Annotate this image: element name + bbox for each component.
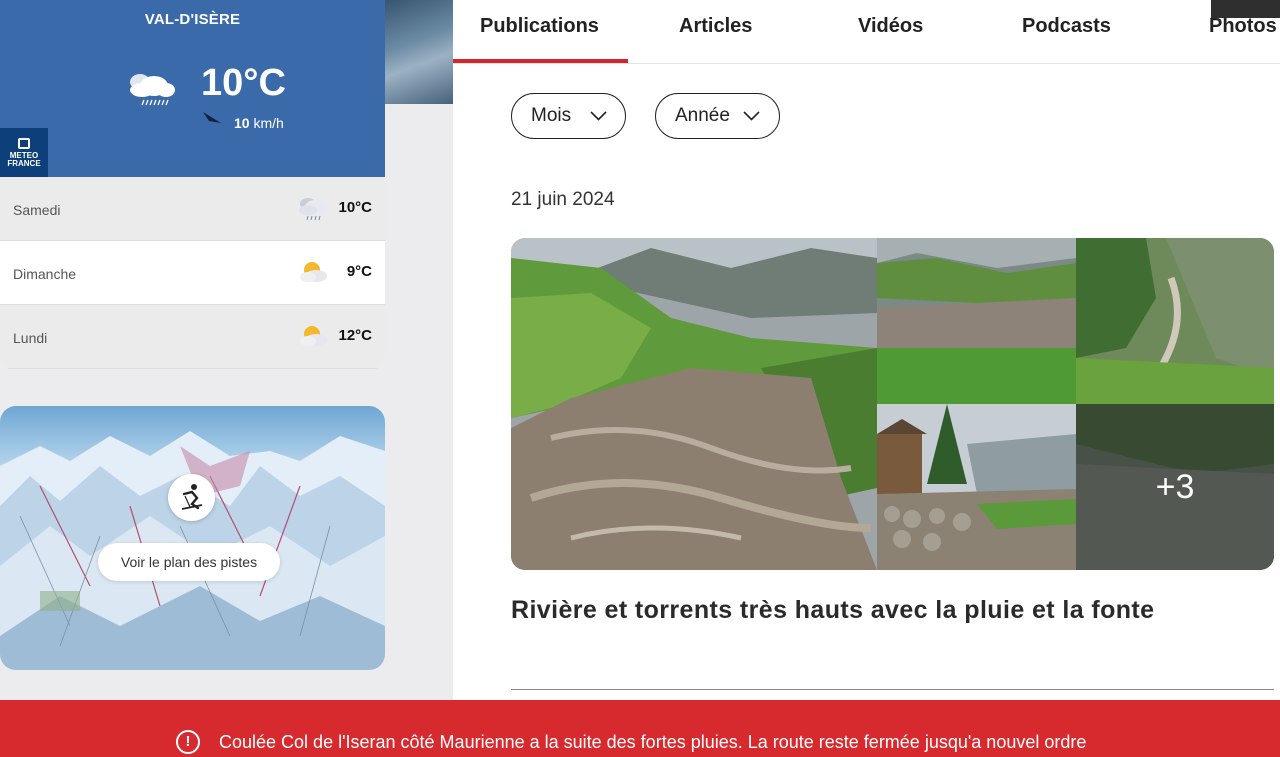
month-filter-dropdown[interactable]: Mois: [511, 93, 626, 139]
wind-direction-icon: [203, 112, 221, 123]
weather-location: VAL-D'ISÈRE: [144, 11, 241, 28]
skier-glyph-icon: [181, 484, 203, 510]
tab-podcasts[interactable]: Podcasts: [1022, 15, 1111, 38]
month-filter-label: Mois: [531, 105, 572, 126]
forecast-row: Dimanche 9°C: [0, 241, 385, 305]
skier-icon: [168, 474, 215, 521]
publication-date: 21 juin 2024: [511, 189, 615, 210]
sun-cloud-icon: [300, 326, 327, 346]
wind-speed-value: 10: [234, 115, 250, 131]
alert-text: Coulée Col de l'Iseran côté Maurienne a …: [219, 732, 1087, 752]
top-corner-button[interactable]: [1211, 0, 1280, 18]
alert-banner: ! Coulée Col de l'Iseran côté Maurienne …: [0, 700, 1280, 757]
banner-image: [385, 0, 453, 104]
divider: [511, 689, 1274, 690]
alert-icon: !: [176, 730, 200, 754]
publication-title[interactable]: Rivière et torrents très hauts avec la p…: [511, 596, 1154, 625]
forecast-day: Dimanche: [13, 266, 77, 282]
current-temperature: 10°C: [201, 62, 286, 104]
tab-publications[interactable]: Publications: [480, 15, 599, 38]
active-tab-indicator: [453, 59, 628, 63]
current-weather: VAL-D'ISÈRE 10°C 10 km/h METEO FRANCE: [0, 0, 385, 177]
ski-map-illustration: [0, 431, 385, 670]
chevron-down-icon: [743, 111, 760, 121]
forecast-temperature: 9°C: [346, 263, 372, 280]
year-filter-label: Année: [675, 105, 730, 126]
chevron-down-icon: [590, 111, 607, 121]
rain-cloud-icon: [130, 74, 175, 106]
rain-cloud-icon: [299, 198, 327, 221]
wind-speed-unit: km/h: [253, 115, 284, 131]
gallery-photo[interactable]: [511, 238, 877, 570]
ski-map-button[interactable]: Voir le plan des pistes: [98, 543, 280, 581]
gallery-photo[interactable]: [877, 404, 1076, 570]
wind-speed: 10 km/h: [234, 115, 284, 131]
tab-videos[interactable]: Vidéos: [858, 15, 923, 38]
forecast-row: Lundi 12°C: [0, 305, 385, 369]
meteo-france-logo[interactable]: METEO FRANCE: [0, 128, 48, 177]
tab-photos[interactable]: Photos: [1209, 15, 1277, 38]
forecast-row: Samedi 10°C: [0, 177, 385, 241]
forecast-day: Lundi: [13, 330, 48, 346]
year-filter-dropdown[interactable]: Année: [655, 93, 780, 139]
weather-widget: VAL-D'ISÈRE 10°C 10 km/h METEO FRANCE Sa…: [0, 0, 385, 370]
tab-articles[interactable]: Articles: [679, 15, 752, 38]
sun-cloud-icon: [300, 262, 327, 282]
ski-map-card[interactable]: [0, 406, 385, 670]
more-photos-count[interactable]: +3: [1076, 404, 1274, 570]
tab-bar: Publications Articles Vidéos Podcasts Ph…: [453, 0, 1280, 64]
forecast-temperature: 12°C: [338, 327, 372, 344]
forecast-day: Samedi: [13, 202, 61, 218]
forecast-temperature: 10°C: [338, 199, 372, 216]
gallery-photo[interactable]: [1076, 238, 1274, 404]
meteo-france-mark-icon: [18, 138, 30, 149]
photo-gallery[interactable]: +3: [511, 238, 1274, 570]
gallery-photo[interactable]: [877, 238, 1076, 404]
